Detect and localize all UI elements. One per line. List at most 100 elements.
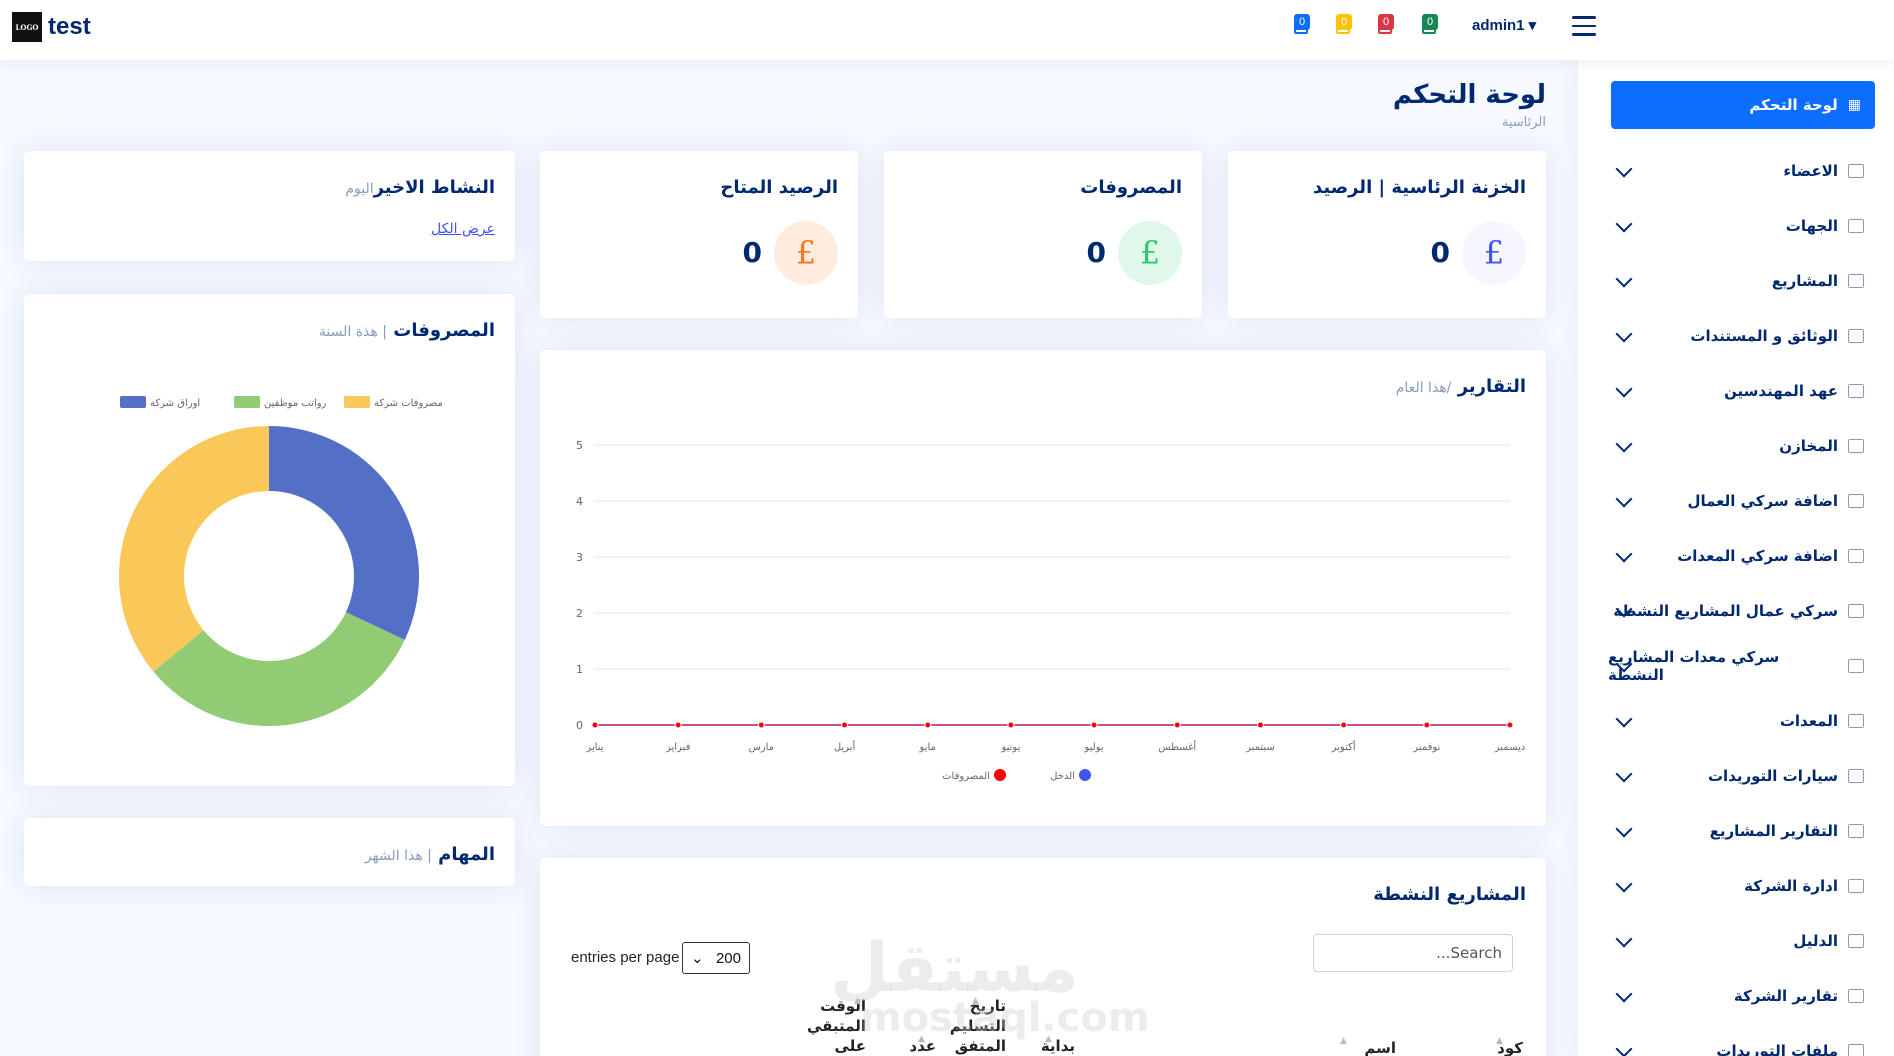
legend-label[interactable]: رواتب موظفين xyxy=(264,398,327,409)
data-point[interactable] xyxy=(1256,721,1264,729)
sidebar-item-label: لوحة التحكم xyxy=(1749,96,1838,114)
sidebar-item-3[interactable]: المشاريع xyxy=(1608,261,1878,301)
x-tick-label: أبريل xyxy=(834,740,856,753)
legend-marker[interactable] xyxy=(994,769,1006,781)
sidebar-item-label: الاعضاء xyxy=(1783,162,1838,180)
sidebar-item-13[interactable]: التقارير المشاريع xyxy=(1608,811,1878,851)
entries-per-page-label: entries per page xyxy=(571,949,680,966)
entries-per-page-select[interactable]: ⌄ 200 xyxy=(682,942,750,974)
chart-icon xyxy=(1848,274,1864,288)
recent-activity-title: النشاط الاخيراليوم xyxy=(345,177,495,198)
data-point[interactable] xyxy=(1423,721,1431,729)
y-tick-label: 5 xyxy=(576,439,583,452)
sidebar-item-label: سركي معدات المشاريع النشطة xyxy=(1608,648,1780,684)
logo-image: LOGO xyxy=(12,12,42,42)
reports-line-chart: 0 1 2 3 4 5 يناير فبراير مارس أبريل مايو يونيو يوليو… xyxy=(576,439,1525,782)
x-tick-label: أكتوبر xyxy=(1331,740,1356,753)
sidebar-item-10[interactable]: سركي معدات المشاريع النشطة xyxy=(1608,646,1878,686)
sidebar-item-11[interactable]: المعدات xyxy=(1608,701,1878,741)
alerts-badge: 0 xyxy=(1336,14,1352,30)
chevron-down-icon xyxy=(1615,1040,1633,1056)
truck-icon xyxy=(1848,769,1864,783)
data-point[interactable] xyxy=(924,721,932,729)
x-tick-label: مارس xyxy=(749,742,774,753)
warehouse-icon xyxy=(1848,439,1864,453)
reports-card: التقارير /هذا العام 0 1 2 3 4 5 يناير فبراير مار… xyxy=(540,350,1546,826)
calendar-icon xyxy=(1848,549,1864,563)
sidebar-item-dashboard[interactable]: لوحة التحكم ▦ xyxy=(1611,81,1875,129)
legend-swatch[interactable] xyxy=(234,396,260,408)
sidebar-item-label: المعدات xyxy=(1779,712,1838,730)
user-menu[interactable]: admin1 ▾ xyxy=(1472,16,1536,34)
sidebar-item-label: اضافة سركي المعدات xyxy=(1677,547,1838,565)
sidebar-item-9[interactable]: سركي عمال المشاريع النشطة xyxy=(1608,591,1878,631)
data-point[interactable] xyxy=(1007,721,1015,729)
sidebar: لوحة التحكم ▦ الاعضاء الجهات المشاريع الوثا… xyxy=(1578,60,1894,1056)
pie-slice[interactable] xyxy=(119,426,269,672)
sidebar-item-label: ادارة الشركة xyxy=(1744,877,1838,895)
chat-icon[interactable]: 0 xyxy=(1418,14,1440,40)
x-tick-label: يونيو xyxy=(1000,742,1020,753)
chat-badge: 0 xyxy=(1422,14,1438,30)
legend-label[interactable]: الدخل xyxy=(1050,771,1075,782)
legend-swatch[interactable] xyxy=(344,396,370,408)
sidebar-item-14[interactable]: ادارة الشركة xyxy=(1608,866,1878,906)
legend-label[interactable]: المصروفات xyxy=(942,771,990,782)
legend-marker[interactable] xyxy=(1079,769,1091,781)
building-icon xyxy=(1848,989,1864,1003)
x-tick-label: أغسطس xyxy=(1158,740,1196,753)
active-projects-title: المشاريع النشطة xyxy=(1373,884,1526,905)
view-all-link[interactable]: عرض الكل xyxy=(431,221,495,237)
y-tick-label: 1 xyxy=(576,663,583,676)
document-icon xyxy=(1848,329,1864,343)
sidebar-item-7[interactable]: اضافة سركي العمال xyxy=(1608,481,1878,521)
phone-icon xyxy=(1848,934,1864,948)
report-icon xyxy=(1848,824,1864,838)
sidebar-item-16[interactable]: تقارير الشركة xyxy=(1608,976,1878,1016)
pound-icon: £ xyxy=(1118,221,1182,285)
data-point[interactable] xyxy=(1173,721,1181,729)
tasks-icon[interactable]: 0 xyxy=(1374,14,1396,40)
sidebar-item-6[interactable]: المخازن xyxy=(1608,426,1878,466)
data-point[interactable] xyxy=(841,721,849,729)
sidebar-item-label: المشاريع xyxy=(1771,272,1838,290)
logo[interactable]: LOGO test xyxy=(12,12,91,42)
sidebar-item-1[interactable]: الاعضاء xyxy=(1608,151,1878,191)
sidebar-item-8[interactable]: اضافة سركي المعدات xyxy=(1608,536,1878,576)
sidebar-item-label: الوثائق و المستندات xyxy=(1690,327,1838,345)
breadcrumb[interactable]: الرئاسية xyxy=(1502,115,1546,130)
bell-icon[interactable]: 0 xyxy=(1332,14,1354,40)
sidebar-item-12[interactable]: سيارات التوريدات xyxy=(1608,756,1878,796)
x-tick-label: يناير xyxy=(585,742,603,753)
data-point[interactable] xyxy=(1090,721,1098,729)
data-point[interactable] xyxy=(1506,721,1514,729)
legend-label[interactable]: مصروفات شركة xyxy=(374,398,443,409)
sidebar-item-5[interactable]: عهد المهندسين xyxy=(1608,371,1878,411)
sidebar-item-label: اضافة سركي العمال xyxy=(1687,492,1838,510)
data-point[interactable] xyxy=(674,721,682,729)
pie-slice[interactable] xyxy=(269,426,420,640)
recent-activity-card: النشاط الاخيراليوم عرض الكل xyxy=(24,151,515,261)
top-bar: LOGO test 0 0 0 0 admin1 ▾ xyxy=(0,0,1894,60)
chevron-down-icon xyxy=(1615,215,1633,233)
data-point[interactable] xyxy=(1340,721,1348,729)
x-tick-label: نوفمبر xyxy=(1412,742,1440,753)
x-tick-label: فبراير xyxy=(665,742,691,753)
data-point[interactable] xyxy=(591,721,599,729)
sidebar-item-label: سركي عمال المشاريع النشطة xyxy=(1613,602,1838,620)
column-header-code[interactable]: كود xyxy=(1463,1038,1523,1056)
data-point[interactable] xyxy=(757,721,765,729)
legend-label[interactable]: اوراق شركة xyxy=(150,398,200,409)
sidebar-item-2[interactable]: الجهات xyxy=(1608,206,1878,246)
menu-toggle-icon[interactable] xyxy=(1572,16,1596,36)
sidebar-item-15[interactable]: الدليل xyxy=(1608,921,1878,961)
page-title: لوحة التحكم xyxy=(1392,80,1546,110)
search-input[interactable]: Search... xyxy=(1313,934,1513,972)
sidebar-item-4[interactable]: الوثائق و المستندات xyxy=(1608,316,1878,356)
pound-icon: £ xyxy=(1462,221,1526,285)
messages-icon[interactable]: 0 xyxy=(1290,14,1312,40)
legend-swatch[interactable] xyxy=(120,396,146,408)
app-name: test xyxy=(48,13,91,40)
sidebar-item-17[interactable]: ملفات التوريدات xyxy=(1608,1031,1878,1056)
x-tick-label: سبتمبر xyxy=(1245,742,1275,753)
